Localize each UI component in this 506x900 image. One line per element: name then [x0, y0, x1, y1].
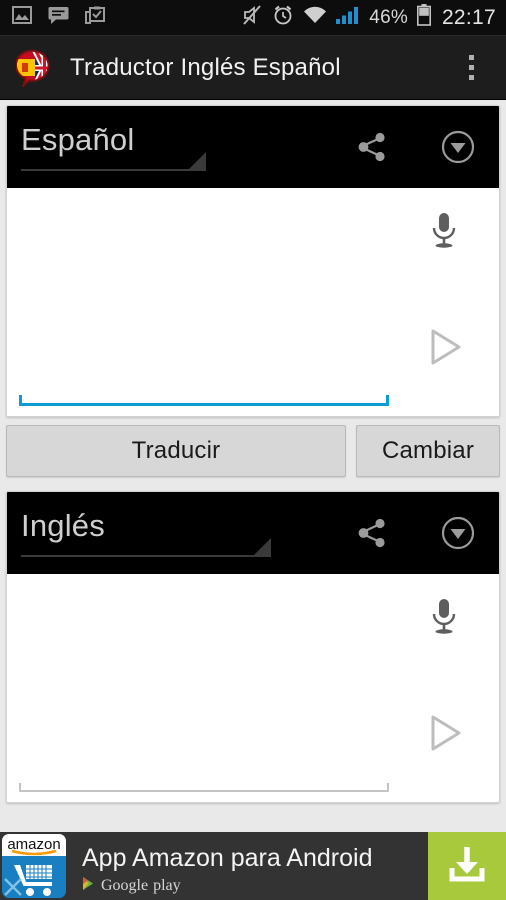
- clipboard-check-icon: [85, 6, 105, 30]
- battery-percent-label: 46%: [369, 6, 408, 28]
- amazon-app-icon: amazon: [0, 832, 68, 900]
- microphone-icon[interactable]: [427, 596, 461, 638]
- source-language-spinner[interactable]: Español: [21, 117, 206, 177]
- message-icon: [48, 6, 69, 30]
- share-icon[interactable]: [353, 514, 391, 552]
- target-input-underline: [19, 783, 389, 792]
- app-screen: 46% 22:17 Traductor Inglés Español Españ…: [0, 0, 506, 900]
- download-icon: [445, 842, 489, 891]
- status-bar: 46% 22:17: [0, 0, 506, 36]
- play-icon[interactable]: [421, 710, 467, 756]
- page-title: Traductor Inglés Español: [70, 53, 341, 81]
- spinner-underline: [21, 169, 206, 171]
- speaker-muted-icon: [241, 4, 263, 31]
- ad-title: App Amazon para Android: [82, 843, 373, 872]
- target-panel-header: Inglés: [7, 492, 499, 574]
- action-buttons-row: Traducir Cambiar: [0, 417, 506, 485]
- ad-text: App Amazon para Android Google play: [68, 832, 428, 900]
- source-language-label: Español: [21, 122, 135, 157]
- target-language-label: Inglés: [21, 508, 105, 543]
- underline-tick-right: [386, 395, 389, 406]
- underline-bar: [19, 790, 389, 792]
- play-icon[interactable]: [421, 324, 467, 370]
- source-panel-header: Español: [7, 106, 499, 188]
- flags-speech-bubble-icon: [15, 49, 54, 89]
- google-play-icon: [82, 876, 96, 896]
- cellular-signal-icon: [336, 6, 360, 30]
- alarm-clock-icon: [272, 4, 294, 31]
- svg-text:amazon: amazon: [7, 836, 60, 853]
- target-language-spinner[interactable]: Inglés: [21, 503, 271, 563]
- image-icon: [12, 6, 32, 29]
- target-language-panel: Inglés: [6, 491, 500, 803]
- ad-banner[interactable]: amazon App Amazon para Android Google pl…: [0, 832, 506, 900]
- overflow-menu-icon[interactable]: [456, 46, 486, 90]
- ad-store-suffix: play: [153, 876, 181, 894]
- status-bar-notifications: [12, 6, 105, 30]
- source-language-panel: Español: [6, 105, 500, 417]
- swap-languages-button[interactable]: Cambiar: [356, 425, 500, 477]
- wifi-icon: [303, 6, 327, 30]
- target-panel-actions: [353, 514, 485, 552]
- source-panel-actions: [353, 128, 485, 166]
- spinner-underline: [21, 555, 271, 557]
- underline-tick-right: [387, 783, 389, 792]
- share-icon[interactable]: [353, 128, 391, 166]
- close-icon[interactable]: [2, 876, 24, 898]
- microphone-icon[interactable]: [427, 210, 461, 252]
- circled-down-arrow-icon[interactable]: [439, 514, 477, 552]
- circled-down-arrow-icon[interactable]: [439, 128, 477, 166]
- source-text-area[interactable]: [7, 188, 499, 416]
- underline-bar: [19, 403, 389, 406]
- battery-icon: [416, 4, 431, 31]
- status-bar-clock: 22:17: [441, 5, 496, 29]
- chevron-down-icon: [254, 538, 271, 555]
- target-text-area[interactable]: [7, 574, 499, 802]
- action-bar: Traductor Inglés Español: [0, 36, 506, 99]
- translate-button[interactable]: Traducir: [6, 425, 346, 477]
- status-bar-system: 46% 22:17: [241, 4, 496, 31]
- ad-download-button[interactable]: [428, 832, 506, 900]
- ad-store-line: Google play: [82, 876, 428, 896]
- chevron-down-icon: [189, 152, 206, 169]
- ad-store-label: Google: [101, 876, 149, 894]
- source-input-underline: [19, 395, 389, 406]
